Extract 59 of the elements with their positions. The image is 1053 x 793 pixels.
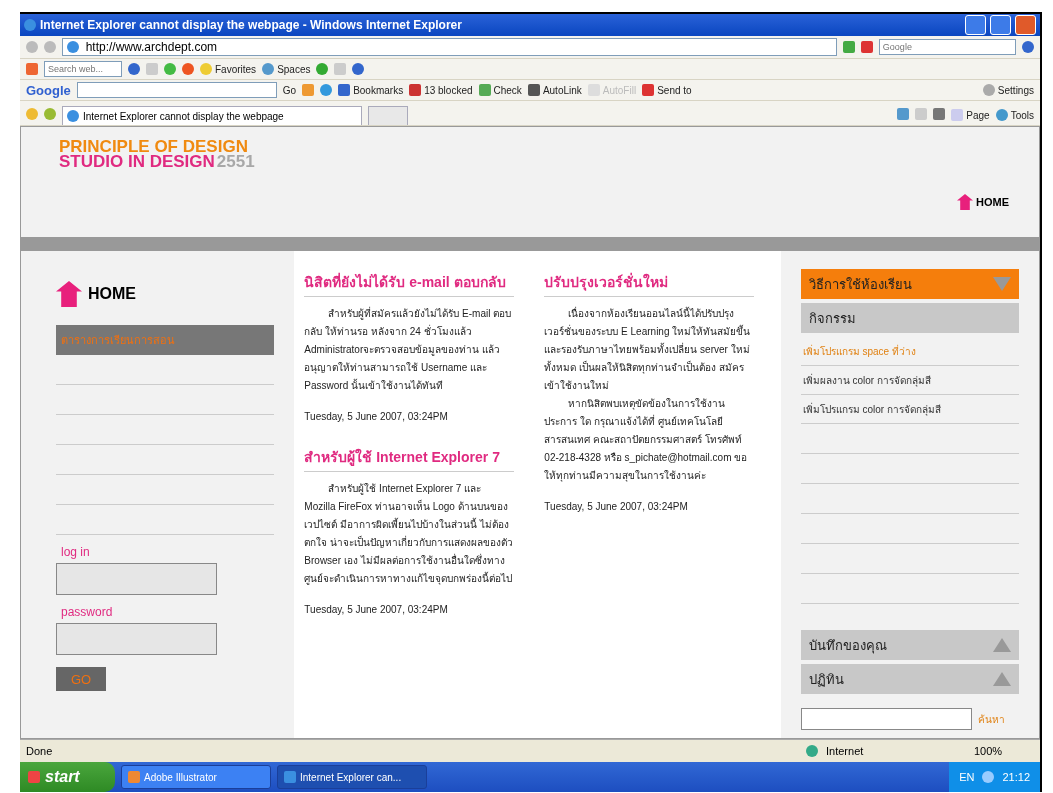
article-date: Tuesday, 5 June 2007, 03:24PM (304, 411, 449, 422)
article-title: นิสิตที่ยังไม่ได้รับ e-mail ตอบกลับ (304, 271, 515, 297)
search-field[interactable]: Google (878, 39, 1016, 55)
logo-year: 2551 (216, 154, 255, 169)
taskbar-item[interactable]: Internet Explorer can... (277, 765, 427, 789)
toolbar-button[interactable]: Check (478, 84, 522, 96)
article-title: สำหรับผู้ใช้ Internet Explorer 7 (304, 446, 515, 472)
article-text: สำหรับผู้ใช้ Internet Explorer 7 และ Mozilla FireFox ท่านอาจเห็น Logo ด้านบนของเวปไซต์ มีอาการผิดเพี้ยนไปบ้างในส่วนนี้ ไม่ต้องตกใจ น่าจะเป็นปัญหาเกี่ยวกับการแสดงผลของตัว Browser เอง ไม่มีผลต่อการใช้งานอื่นใดซึ่งทางศูนย์จะดำเนินการหาทางแก้ไขจุดบกพร่องนี้ต่อไป (304, 482, 515, 587)
activity-link[interactable]: เพิ่มผลงาน color การจัดกลุ่มสี (800, 366, 1019, 395)
toolbar-button[interactable]: Bookmarks (338, 84, 404, 96)
minimize-button[interactable] (965, 15, 986, 35)
article-date: Tuesday, 5 June 2007, 03:24PM (304, 604, 449, 615)
search-field[interactable] (800, 708, 972, 730)
house-icon (56, 281, 82, 307)
toolbar-button[interactable]: Send to (642, 84, 692, 96)
clock: 21:12 (1002, 771, 1030, 783)
login-label: log in (61, 545, 91, 559)
logo-title: PRINCIPLE OF DESIGN (59, 139, 248, 154)
web-search-field[interactable]: Search web... (44, 61, 122, 77)
notes-header[interactable]: บันทึกของคุณ (800, 630, 1019, 660)
start-button[interactable]: start (20, 762, 115, 792)
google-search-field[interactable] (76, 82, 277, 98)
password-field[interactable] (56, 623, 217, 655)
status-text: Done (26, 745, 54, 757)
command-button[interactable]: Tools (995, 109, 1034, 121)
article-date: Tuesday, 5 June 2007, 03:24PM (544, 501, 689, 512)
home-link[interactable]: HOME (56, 281, 275, 307)
logo-subtitle: STUDIO IN DESIGN (59, 154, 215, 169)
expand-up-icon[interactable] (993, 672, 1011, 686)
article-title: ปรับปรุงเวอร์ชั่นใหม่ (544, 271, 755, 297)
login-field[interactable] (56, 563, 217, 595)
maximize-button[interactable] (990, 15, 1011, 35)
house-icon (957, 194, 973, 210)
home-link[interactable]: HOME (957, 194, 1009, 210)
zone-text: Internet (826, 745, 865, 757)
toolbar-button[interactable]: AutoLink (527, 84, 582, 96)
calendar-header[interactable]: ปฏิทิน (800, 664, 1019, 694)
taskbar-item[interactable]: Adobe Illustrator (121, 765, 271, 789)
toolbar-button[interactable]: 13 blocked (409, 84, 473, 96)
go-button[interactable]: Go (282, 84, 297, 96)
settings-button[interactable]: Settings (982, 84, 1034, 96)
article-text: เนื่องจากห้องเรียนออนไลน์นี้ได้ปรับปรุงเวอร์ชั่นของระบบ E Learning ใหม่ให้ทันสมัยขึ้น และรองรับภาษาไทยพร้อมทั้งเปลี่ยน server ใหม่ทั้งหมด เป็นผลให้นิสิตทุกท่านจำเป็นต้อง สมัครเข้าใช้งานใหม่ (544, 305, 752, 393)
section-header: กิจกรรม (800, 303, 1019, 333)
expand-up-icon[interactable] (993, 638, 1011, 652)
activity-link[interactable]: เพิ่มโปรแกรม color การจัดกลุ่มสี (800, 395, 1019, 424)
command-button[interactable]: Page (951, 109, 990, 121)
google-logo: Google (26, 82, 71, 98)
password-label: password (61, 605, 114, 619)
toolbar-button[interactable]: Spaces (262, 63, 311, 75)
close-button[interactable] (1015, 15, 1036, 35)
panel-header[interactable]: วิธีการใช้ห้องเรียน (800, 269, 1019, 299)
browser-tab[interactable]: Internet Explorer cannot display the webpage (62, 106, 362, 125)
window-title: Internet Explorer cannot display the webpage - Windows Internet Explorer (40, 18, 463, 32)
address-field[interactable]: http://www.archdept.com (62, 38, 837, 56)
zoom-button[interactable]: 100% (974, 745, 1034, 757)
article-text: หากนิสิตพบเหตุขัดข้องในการใช้งานประการ ใด กรุณาแจ้งได้ที่ ศูนย์เทคโนโลยีสารสนเทศ คณะสถาปัตยกรรมศาสตร์ โทรศัพท์ 02-218-4328 หรือ s_pichate@hotmail.com ขอให้ทุกท่านมีความสุขในการใช้งานค่ะ (544, 397, 749, 484)
new-tab-button[interactable] (368, 106, 408, 125)
toolbar-button[interactable]: Favorites (200, 63, 257, 75)
article-text: สำหรับผู้ที่สมัครแล้วยังไม่ได้รับ E-mail ตอบกลับ ให้ท่านรอ หลังจาก 24 ชั่วโมงแล้ว Administratorจะตรวจสอบข้อมูลของท่าน แล้วอนุญาตให้ท่านสามารถใช้ Username และ Password นั้นเข้าใช้งานได้ทันที (304, 305, 513, 393)
